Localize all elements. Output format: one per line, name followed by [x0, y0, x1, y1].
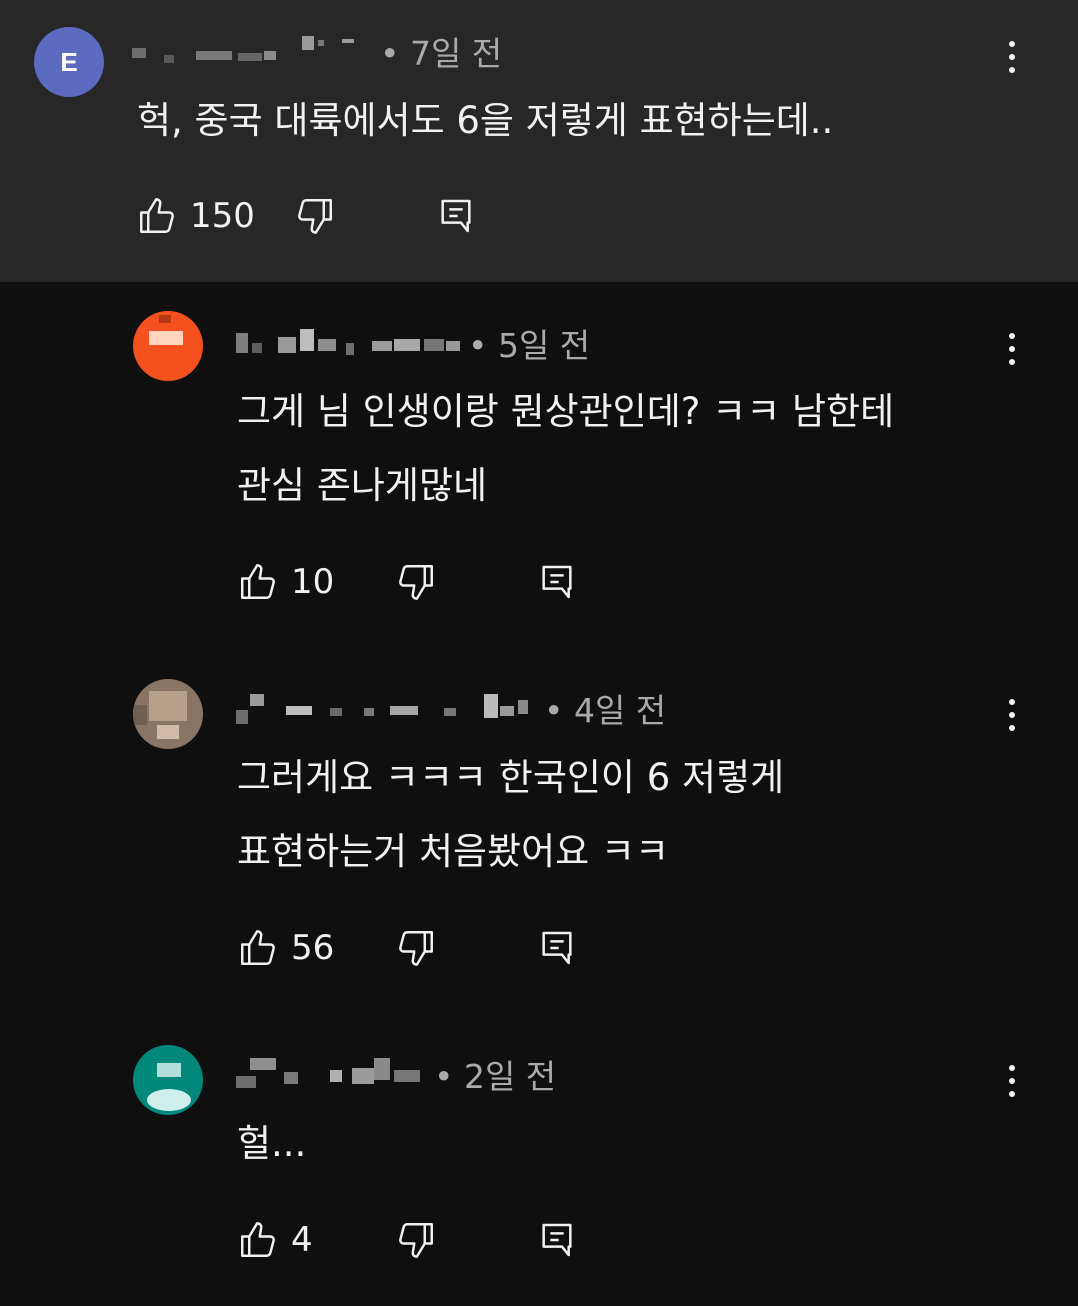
reply-button[interactable]	[436, 191, 476, 241]
more-vert-icon[interactable]	[992, 325, 1032, 373]
thumb-down-icon	[399, 931, 433, 966]
reply-comment-icon	[542, 1223, 572, 1257]
thumb-down-icon	[298, 199, 332, 234]
thumb-down-icon	[399, 1223, 433, 1258]
comment-meta: • 7일 전	[130, 31, 502, 73]
dislike-button[interactable]	[395, 1215, 437, 1265]
thumb-down-icon	[399, 565, 433, 600]
author-name-redacted[interactable]	[234, 1054, 434, 1094]
comment-time: • 4일 전	[544, 691, 667, 730]
dislike-button[interactable]	[395, 557, 437, 607]
comment-time: • 2일 전	[434, 1057, 557, 1096]
like-count: 10	[291, 562, 335, 602]
comment-meta: • 5일 전	[234, 323, 590, 365]
comment-actions: 56	[237, 923, 597, 973]
avatar[interactable]: E	[34, 27, 104, 97]
thumb-up-icon	[241, 930, 275, 965]
reply-comment-icon	[441, 199, 471, 233]
thumb-up-icon	[241, 564, 275, 599]
comment-meta: • 4일 전	[234, 688, 666, 730]
reply-button[interactable]	[537, 1215, 577, 1265]
author-name-redacted[interactable]	[130, 31, 380, 71]
like-button[interactable]: 4	[237, 1215, 313, 1265]
dislike-button[interactable]	[395, 923, 437, 973]
like-button[interactable]: 10	[237, 557, 334, 607]
parent-comment: E • 7일 전 헉, 중국 대륙에서도 6을 저렇게 표현하는데.. 150	[0, 0, 1078, 282]
reply-comment-icon	[542, 931, 572, 965]
more-vert-icon[interactable]	[992, 33, 1032, 81]
thumb-up-icon	[140, 198, 174, 233]
comment-actions: 4	[237, 1215, 597, 1265]
comment-text: 그게 님 인생이랑 뭔상관인데? ㅋㅋ 남한테 관심 존나게많네	[237, 390, 895, 507]
comment-text: 헉, 중국 대륙에서도 6을 저렇게 표현하는데..	[137, 99, 834, 142]
comment-time: • 5일 전	[468, 326, 591, 365]
like-count: 4	[291, 1220, 313, 1260]
author-name-redacted[interactable]	[234, 688, 544, 728]
thumb-up-icon	[241, 1222, 275, 1257]
avatar[interactable]	[133, 679, 203, 749]
reply-button[interactable]	[537, 557, 577, 607]
reply-button[interactable]	[537, 923, 577, 973]
like-button[interactable]: 56	[237, 923, 334, 973]
dislike-button[interactable]	[294, 191, 336, 241]
comment-actions: 10	[237, 557, 597, 607]
more-vert-icon[interactable]	[992, 1057, 1032, 1105]
author-name-redacted[interactable]	[234, 323, 468, 363]
like-count: 150	[190, 196, 255, 236]
like-count: 56	[291, 928, 335, 968]
reply-comment-icon	[542, 565, 572, 599]
comment-text: 헐...	[237, 1122, 307, 1165]
avatar[interactable]	[133, 311, 203, 381]
comment-time: • 7일 전	[380, 34, 503, 73]
comment-meta: • 2일 전	[234, 1054, 556, 1096]
like-button[interactable]: 150	[136, 191, 255, 241]
comment-actions: 150	[136, 191, 496, 241]
comments-page: E • 7일 전 헉, 중국 대륙에서도 6을 저렇게 표현하는데.. 150 …	[0, 0, 1078, 1306]
more-vert-icon[interactable]	[992, 691, 1032, 739]
avatar[interactable]	[133, 1045, 203, 1115]
comment-text: 그러게요 ㅋㅋㅋ 한국인이 6 저렇게 표현하는거 처음봤어요 ㅋㅋ	[237, 756, 785, 873]
avatar-letter: E	[60, 47, 78, 77]
